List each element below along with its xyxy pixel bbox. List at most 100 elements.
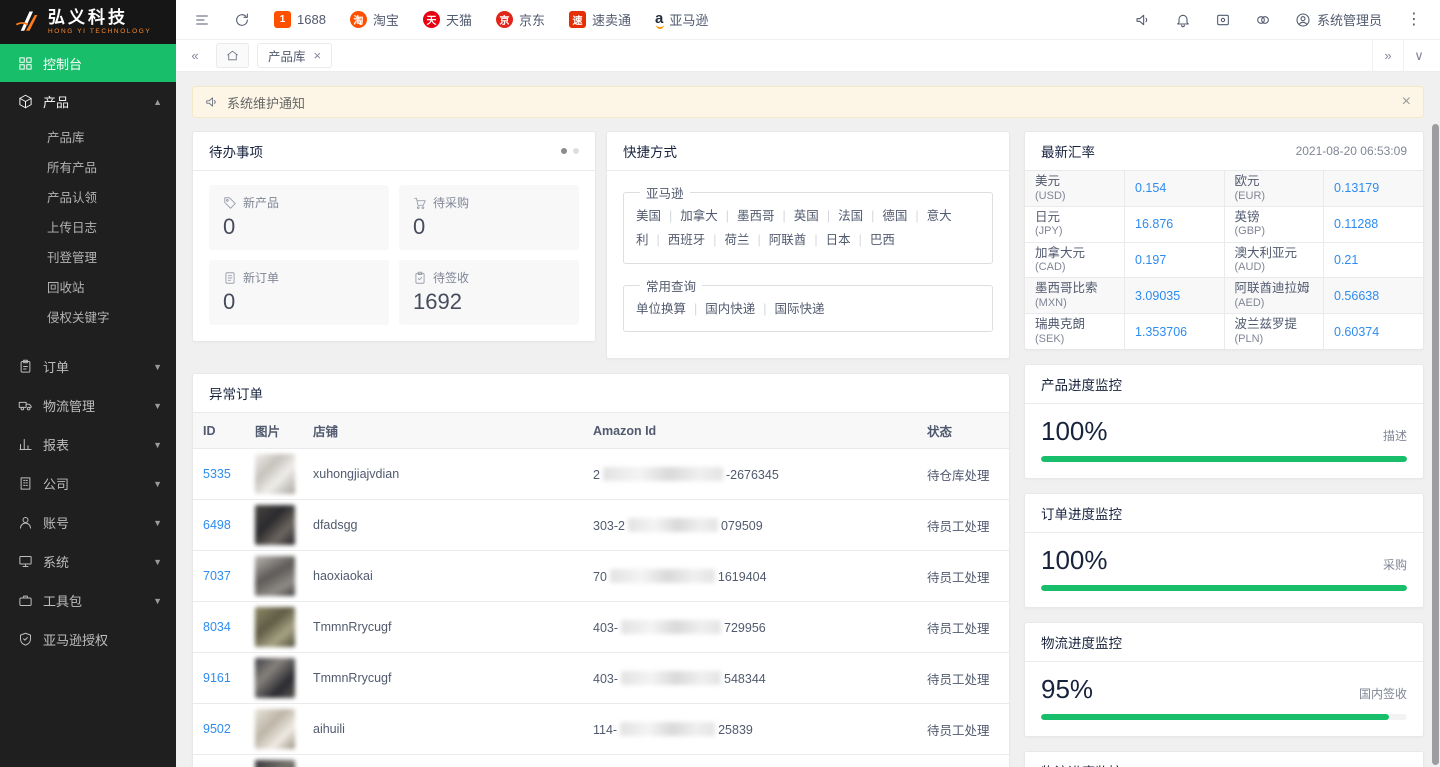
query-link[interactable]: 国内快递 xyxy=(686,302,755,316)
tab-home[interactable] xyxy=(216,43,249,68)
more-menu-icon[interactable]: ⋮ xyxy=(1406,12,1422,28)
exchange-rates-card: 最新汇率 2021-08-20 06:53:09 美元(USD) 0.154 欧… xyxy=(1024,131,1424,350)
sidebar-item-recycle-bin[interactable]: 回收站 xyxy=(0,273,176,303)
close-icon[interactable]: × xyxy=(1402,94,1411,110)
tabs-scroll-right[interactable]: » xyxy=(1372,40,1403,71)
tabbar: « 产品库 × » ∨ xyxy=(176,40,1440,72)
sidebar-item-listing-management[interactable]: 刊登管理 xyxy=(0,243,176,273)
stat-to-sign[interactable]: 待签收 1692 xyxy=(399,260,579,325)
progress-bar xyxy=(1041,456,1407,462)
order-status: 待员工处理 xyxy=(917,500,1009,551)
close-icon[interactable]: × xyxy=(314,48,322,63)
bell-icon[interactable] xyxy=(1175,12,1191,28)
order-id-link[interactable]: 8034 xyxy=(203,620,231,634)
stat-new-products[interactable]: 新产品 0 xyxy=(209,185,389,250)
shop-name: haoxiaokai xyxy=(303,551,583,602)
abnormal-orders-card: 异常订单 ID 图片 店铺 Amazon Id 状态 xyxy=(192,373,1010,767)
refresh-icon[interactable] xyxy=(234,12,250,28)
country-link[interactable]: 英国 xyxy=(775,209,819,223)
currency-rate: 0.13179 xyxy=(1324,171,1424,206)
screen-lock-icon[interactable] xyxy=(1215,12,1231,28)
link-taobao[interactable]: 淘 淘宝 xyxy=(350,10,399,29)
country-link[interactable]: 德国 xyxy=(863,209,907,223)
sidebar-item-console[interactable]: 控制台 xyxy=(0,44,176,82)
sidebar-item-all-products[interactable]: 所有产品 xyxy=(0,153,176,183)
sidebar-item-company[interactable]: 公司 ▼ xyxy=(0,464,176,503)
sidebar-item-amazon-auth[interactable]: 亚马逊授权 xyxy=(0,620,176,659)
common-query-group: 常用查询 单位换算国内快递国际快递 xyxy=(623,276,993,332)
chevron-down-icon: ▼ xyxy=(153,557,162,567)
col-status: 状态 xyxy=(917,413,1009,449)
group-label: 亚马逊 xyxy=(640,183,690,202)
sidebar-item-label: 产品 xyxy=(43,92,69,111)
link-label: 1688 xyxy=(297,12,326,27)
link-tmall[interactable]: 天 天猫 xyxy=(423,10,472,29)
admin-menu[interactable]: 系统管理员 xyxy=(1295,10,1382,29)
query-link[interactable]: 国际快递 xyxy=(755,302,824,316)
tab-product-library[interactable]: 产品库 × xyxy=(257,43,332,68)
tabs-scroll-left[interactable]: « xyxy=(182,48,208,63)
order-status: 待员工处理 xyxy=(917,755,1009,767)
carousel-dot-active[interactable] xyxy=(561,148,567,154)
link-amazon[interactable]: a 亚马逊 xyxy=(655,10,708,29)
country-link[interactable]: 法国 xyxy=(819,209,863,223)
sidebar-item-infringing-keywords[interactable]: 侵权关键字 xyxy=(0,303,176,333)
order-id-link[interactable]: 9502 xyxy=(203,722,231,736)
stat-to-purchase[interactable]: 待采购 0 xyxy=(399,185,579,250)
shortcuts-title: 快捷方式 xyxy=(623,141,677,161)
country-link[interactable]: 巴西 xyxy=(851,233,895,247)
order-id-link[interactable]: 6498 xyxy=(203,518,231,532)
sidebar-item-system[interactable]: 系统 ▼ xyxy=(0,542,176,581)
monitor-title: 产品进度监控 xyxy=(1041,374,1122,394)
person-icon xyxy=(18,515,33,530)
speaker-icon[interactable] xyxy=(1135,12,1151,28)
sidebar-item-reports[interactable]: 报表 ▼ xyxy=(0,425,176,464)
sidebar-item-product-claim[interactable]: 产品认领 xyxy=(0,183,176,213)
orders-header-row: ID 图片 店铺 Amazon Id 状态 xyxy=(193,413,1009,449)
progress-tag: 采购 xyxy=(1383,556,1407,573)
progress-tag: 国内签收 xyxy=(1359,685,1407,702)
sidebar-item-product-library[interactable]: 产品库 xyxy=(0,123,176,153)
scrollbar-thumb[interactable] xyxy=(1432,124,1439,765)
order-id-link[interactable]: 7037 xyxy=(203,569,231,583)
amazon-id: 2-2676345 xyxy=(583,449,917,500)
currency-code: (AED) xyxy=(1235,297,1314,310)
sidebar-item-accounts[interactable]: 账号 ▼ xyxy=(0,503,176,542)
currency-code: (AUD) xyxy=(1235,261,1314,274)
country-link[interactable]: 日本 xyxy=(806,233,850,247)
sidebar-item-orders[interactable]: 订单 ▼ xyxy=(0,347,176,386)
stat-new-orders[interactable]: 新订单 0 xyxy=(209,260,389,325)
sidebar-item-logistics[interactable]: 物流管理 ▼ xyxy=(0,386,176,425)
country-link[interactable]: 西班牙 xyxy=(649,233,706,247)
country-link[interactable]: 美国 xyxy=(636,209,661,223)
orders-table: ID 图片 店铺 Amazon Id 状态 5335 xuho xyxy=(193,413,1009,767)
query-link[interactable]: 单位换算 xyxy=(636,302,686,316)
link-jd[interactable]: 京 京东 xyxy=(496,10,545,29)
sidebar-item-toolkit[interactable]: 工具包 ▼ xyxy=(0,581,176,620)
table-row: 6498 dfadsgg 303-2079509 待员工处理 xyxy=(193,500,1009,551)
chevron-down-icon: ▼ xyxy=(153,362,162,372)
user-circle-icon xyxy=(1295,12,1311,28)
currency-name: 日元 xyxy=(1035,210,1114,226)
logo[interactable]: 弘义科技 HONG YI TECHNOLOGY xyxy=(0,0,176,44)
order-id-link[interactable]: 5335 xyxy=(203,467,231,481)
collapse-menu-icon[interactable] xyxy=(194,12,210,28)
rings-icon[interactable] xyxy=(1255,12,1271,28)
country-link[interactable]: 墨西哥 xyxy=(718,209,775,223)
tabs-menu-chevron[interactable]: ∨ xyxy=(1403,40,1434,71)
country-link[interactable]: 加拿大 xyxy=(661,209,718,223)
link-1688[interactable]: 1 1688 xyxy=(274,11,326,28)
redacted-text xyxy=(621,671,721,685)
order-id-link[interactable]: 9161 xyxy=(203,671,231,685)
clipboard-check-icon xyxy=(413,271,427,285)
country-link[interactable]: 荷兰 xyxy=(705,233,749,247)
admin-label: 系统管理员 xyxy=(1317,10,1382,29)
amazon-id: 303-2079509 xyxy=(583,500,917,551)
country-link[interactable]: 阿联酋 xyxy=(750,233,807,247)
sidebar-item-products[interactable]: 产品 ▲ xyxy=(0,82,176,121)
app-root: 弘义科技 HONG YI TECHNOLOGY 控制台 产品 ▲ 产品库 所有产… xyxy=(0,0,1440,767)
carousel-dot[interactable] xyxy=(573,148,579,154)
link-aliexpress[interactable]: 速 速卖通 xyxy=(569,10,631,29)
sidebar-item-upload-log[interactable]: 上传日志 xyxy=(0,213,176,243)
tag-icon xyxy=(223,196,237,210)
